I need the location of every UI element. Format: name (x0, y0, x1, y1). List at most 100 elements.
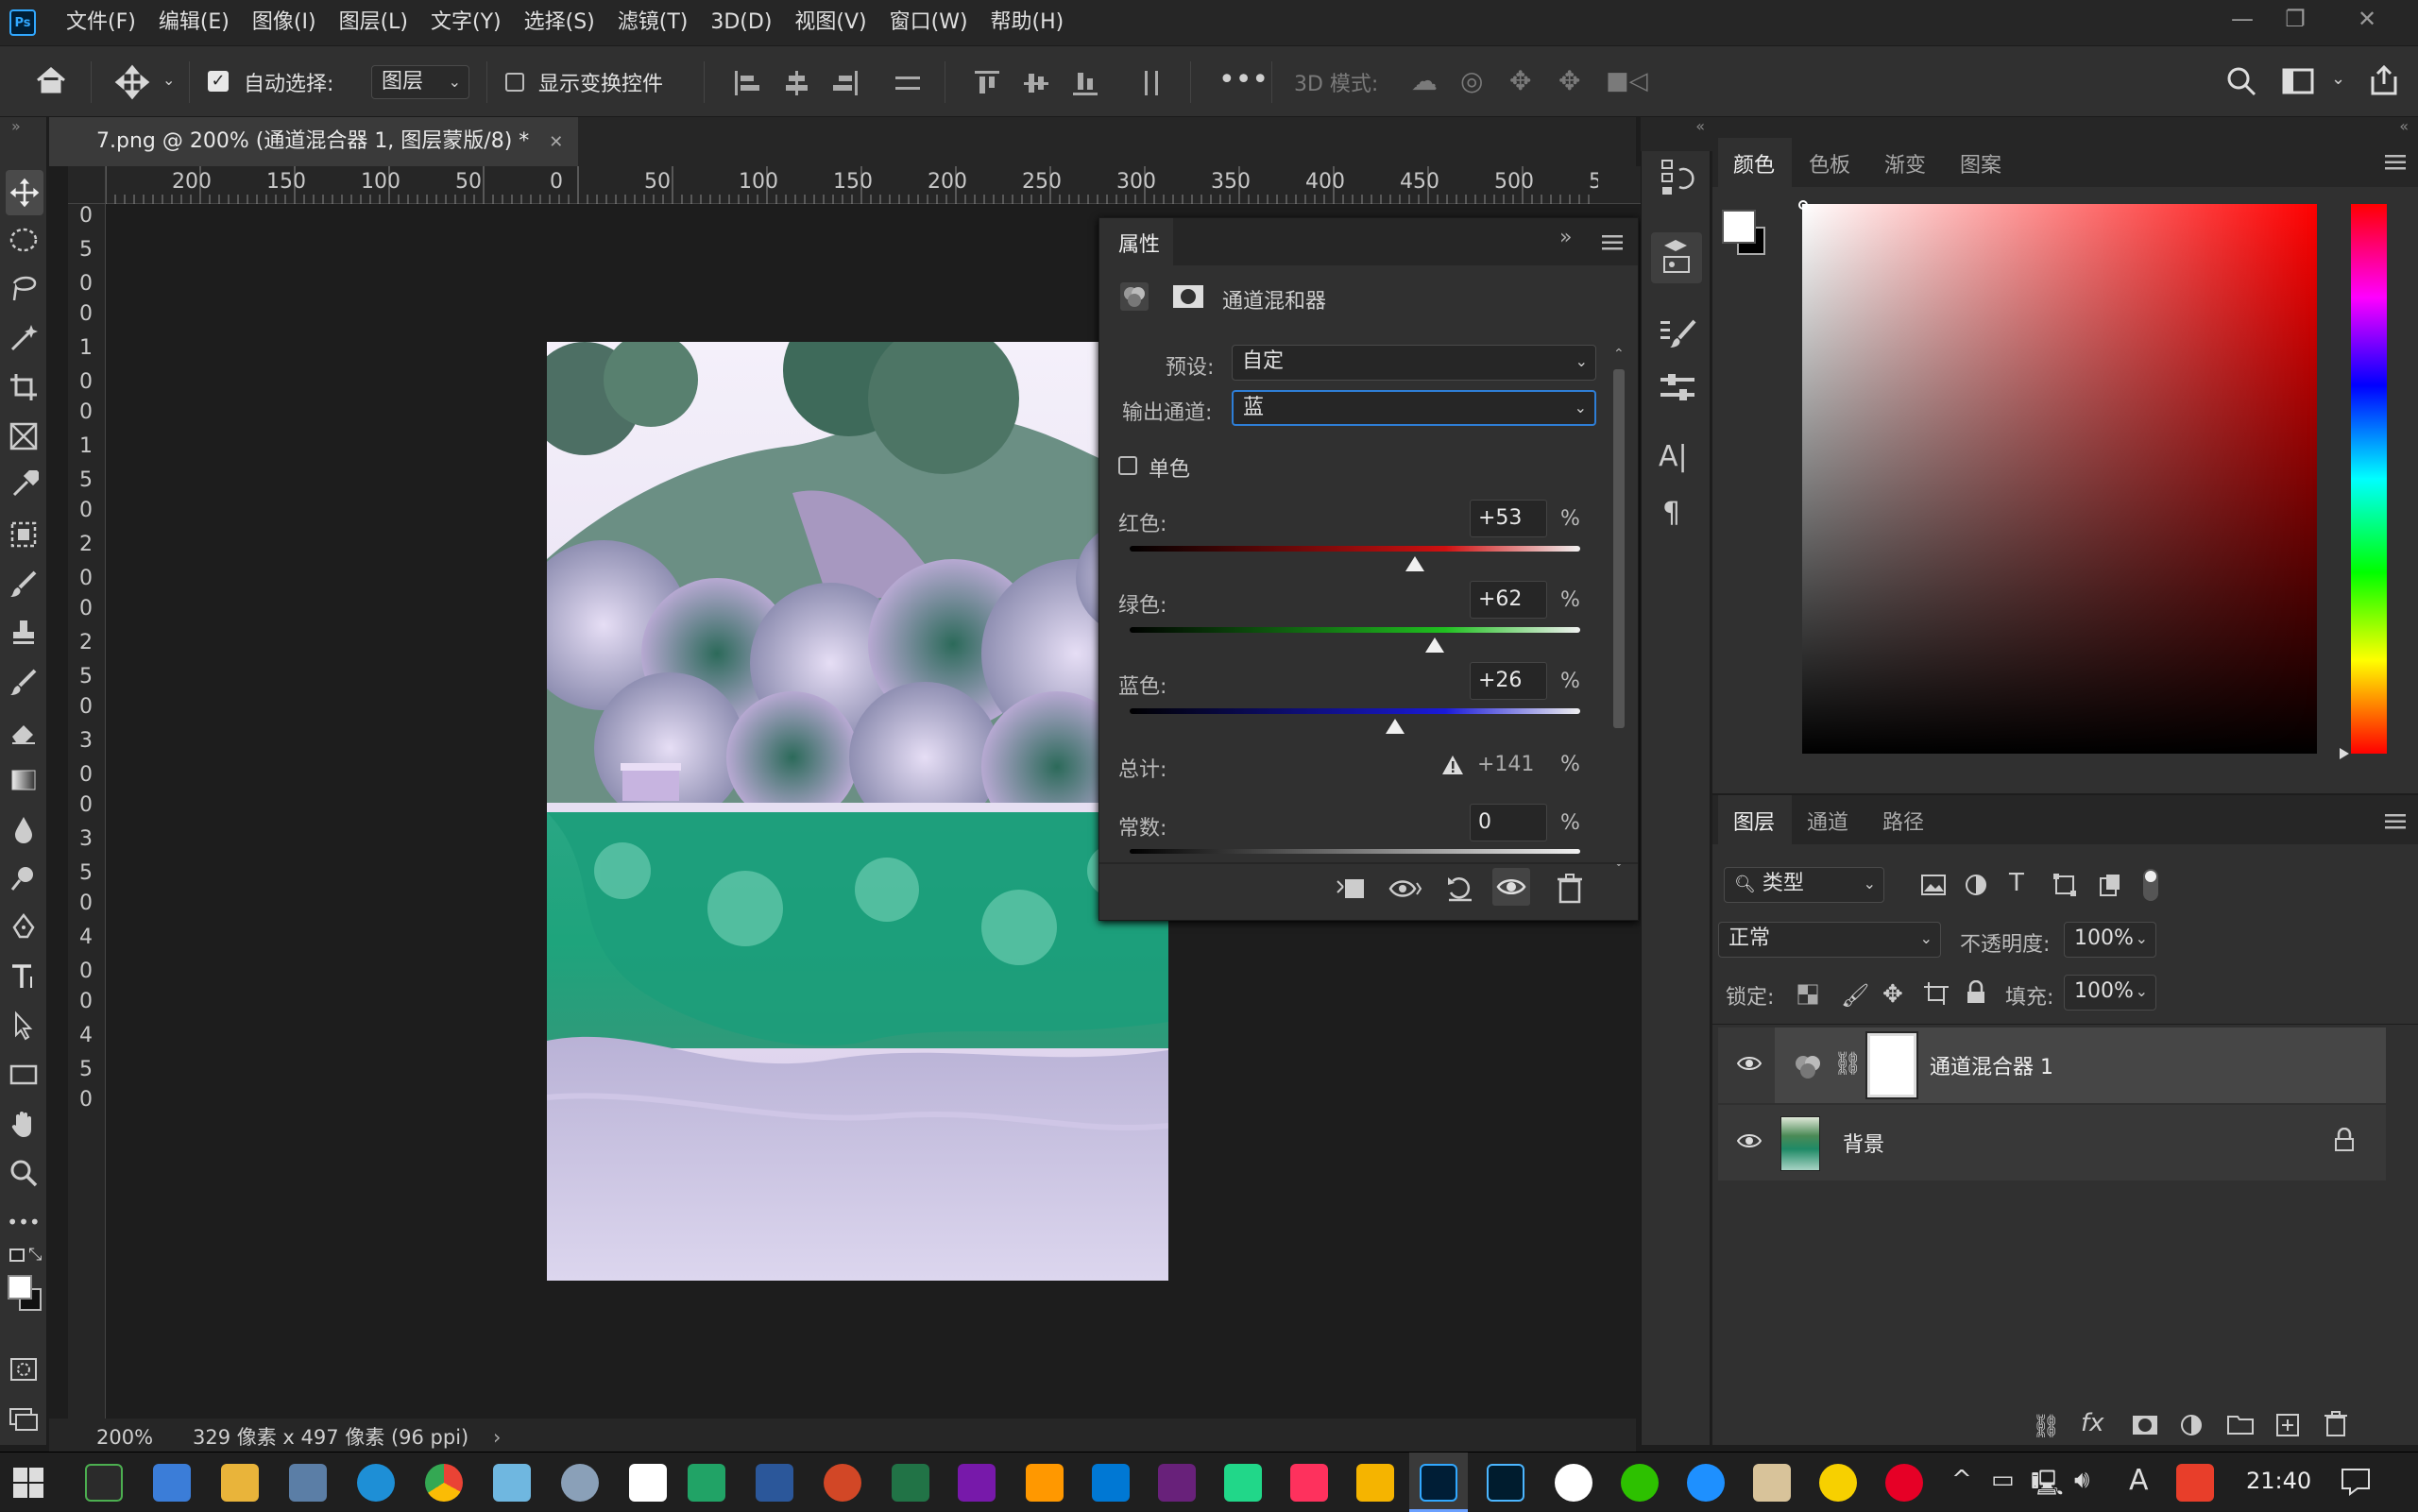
bug-app-icon[interactable] (1819, 1464, 1857, 1502)
constant-value-input[interactable]: 0 (1470, 804, 1547, 841)
character-panel-icon[interactable]: A| (1659, 440, 1688, 473)
powerpoint-icon[interactable] (824, 1464, 861, 1502)
opacity-input[interactable]: 100% ⌄ (2064, 922, 2156, 958)
tab-paths[interactable]: 路径 (1882, 806, 1924, 836)
fill-input[interactable]: 100% ⌄ (2064, 975, 2156, 1011)
edit-toolbar-icon[interactable]: ••• (0, 1199, 47, 1245)
color-picker-cursor[interactable] (1798, 200, 1808, 210)
sublime-icon[interactable] (1026, 1464, 1064, 1502)
filter-smart-object-icon[interactable] (2098, 873, 2122, 897)
zoom-level[interactable]: 200% (96, 1419, 153, 1456)
adjustment-type-icon[interactable] (1120, 282, 1149, 311)
netease-music-icon[interactable] (1885, 1464, 1923, 1502)
auto-select-checkbox[interactable]: ✓ (208, 71, 229, 92)
align-center-icon[interactable] (782, 69, 810, 97)
auto-select-dropdown[interactable]: 图层 ⌄ (371, 65, 469, 99)
stamp-tool-icon[interactable] (0, 610, 47, 655)
word-icon[interactable] (756, 1464, 793, 1502)
3d-scale-icon[interactable]: ■◁ (1606, 67, 1648, 95)
type-tool-icon[interactable] (0, 954, 47, 999)
eyedropper-tool-icon[interactable] (0, 463, 47, 508)
hand-tool-icon[interactable] (0, 1101, 47, 1147)
brush-tool-icon[interactable] (0, 561, 47, 606)
collapse-mini-panel-icon[interactable]: « (1641, 117, 1712, 151)
panel-menu-icon[interactable] (1602, 235, 1623, 250)
volume-icon[interactable]: 🔊︎ (2074, 1466, 2089, 1495)
align-left-icon[interactable] (733, 69, 761, 97)
filter-type-icon[interactable]: T (2009, 869, 2024, 897)
new-layer-icon[interactable] (2275, 1413, 2300, 1437)
onenote-icon[interactable] (958, 1464, 996, 1502)
menu-window[interactable]: 窗口(W) (878, 0, 979, 45)
layer-name[interactable]: 背景 (1843, 1128, 1884, 1158)
typora-icon[interactable] (629, 1464, 667, 1502)
blue-value-input[interactable]: +26 (1470, 662, 1547, 700)
color-field[interactable] (1802, 204, 2317, 754)
menu-help[interactable]: 帮助(H) (979, 0, 1076, 45)
file-explorer-icon[interactable] (221, 1464, 259, 1502)
restore-button[interactable]: ❐ (2269, 0, 2322, 38)
intellij-icon[interactable] (1290, 1464, 1328, 1502)
layer-row-background[interactable]: 背景 (1718, 1105, 2386, 1181)
hue-slider-marker[interactable] (2340, 748, 2349, 759)
ime-indicator[interactable]: A (2129, 1464, 2149, 1497)
3d-pan-icon[interactable]: ✥ (1509, 65, 1531, 96)
menu-view[interactable]: 视图(V) (783, 0, 877, 45)
wechat-icon[interactable] (1621, 1464, 1659, 1502)
view-previous-state-icon[interactable] (1388, 874, 1422, 904)
healing-brush-tool-icon[interactable] (0, 512, 47, 557)
green-slider-track[interactable] (1130, 627, 1580, 633)
clip-to-layer-icon[interactable] (1334, 874, 1368, 904)
dodge-tool-icon[interactable] (0, 856, 47, 901)
align-top-icon[interactable] (973, 69, 1001, 97)
tab-layers[interactable]: 图层 (1733, 806, 1775, 836)
clock-time[interactable]: 21:40 (2246, 1468, 2311, 1494)
delete-adjustment-icon[interactable] (1557, 874, 1583, 904)
tab-gradients[interactable]: 渐变 (1884, 148, 1926, 178)
foreground-color-swatch[interactable] (8, 1275, 32, 1300)
bird-app-icon[interactable] (1687, 1464, 1725, 1502)
mask-icon[interactable] (1172, 284, 1204, 309)
qq-icon[interactable] (1555, 1464, 1592, 1502)
filter-adjustment-icon[interactable] (1964, 873, 1988, 897)
monochrome-checkbox[interactable] (1118, 456, 1137, 475)
menu-layer[interactable]: 图层(L) (328, 0, 419, 45)
ruler-origin[interactable] (68, 166, 106, 204)
document-image[interactable] (547, 342, 1168, 1281)
layer-thumbnail[interactable] (1780, 1116, 1820, 1171)
menu-3d[interactable]: 3D(D) (699, 0, 783, 45)
menu-file[interactable]: 文件(F) (55, 0, 147, 45)
lightroom-taskbar-icon[interactable] (1487, 1464, 1524, 1502)
share-icon[interactable] (2367, 63, 2401, 97)
more-options-icon[interactable]: ••• (1218, 63, 1269, 96)
search-icon[interactable] (2225, 65, 2257, 97)
color-fg-swatch[interactable] (1722, 210, 1756, 244)
menu-image[interactable]: 图像(I) (241, 0, 328, 45)
adjustments-panel-icon[interactable] (1651, 232, 1702, 283)
move-tool-button[interactable] (6, 170, 43, 215)
delete-layer-icon[interactable] (2324, 1411, 2347, 1437)
layer-row-channel-mixer[interactable]: ⛓︎ 通道混合器 1 (1718, 1028, 2386, 1103)
crop-tool-icon[interactable] (0, 365, 47, 410)
expand-toolbar-icon[interactable]: » (11, 117, 21, 135)
git-app-icon[interactable] (561, 1464, 599, 1502)
new-group-icon[interactable] (2226, 1413, 2255, 1436)
link-layers-icon[interactable]: ⛓︎ (2032, 1413, 2060, 1439)
zoom-tool-icon[interactable] (0, 1150, 47, 1196)
properties-scrollbar[interactable]: ⌃ ⌄ (1611, 347, 1626, 875)
fx-icon[interactable]: fx (2081, 1409, 2104, 1437)
align-bottom-icon[interactable] (1071, 69, 1099, 97)
red-value-input[interactable]: +53 (1470, 500, 1547, 537)
color-panel-menu-icon[interactable] (2385, 155, 2406, 170)
distribute-vertical-icon[interactable] (1137, 69, 1166, 97)
move-tool-icon[interactable] (113, 63, 151, 101)
sogou-ime-icon[interactable] (2176, 1464, 2214, 1502)
menu-type[interactable]: 文字(Y) (419, 0, 513, 45)
frame-tool-icon[interactable] (0, 414, 47, 459)
output-channel-dropdown[interactable]: 蓝 ⌄ (1232, 390, 1596, 426)
tab-channels[interactable]: 通道 (1807, 806, 1848, 836)
blue-slider-track[interactable] (1130, 708, 1580, 714)
add-mask-icon[interactable] (2132, 1415, 2158, 1436)
magic-wand-tool-icon[interactable] (0, 315, 47, 361)
minimize-button[interactable]: — (2216, 0, 2269, 38)
